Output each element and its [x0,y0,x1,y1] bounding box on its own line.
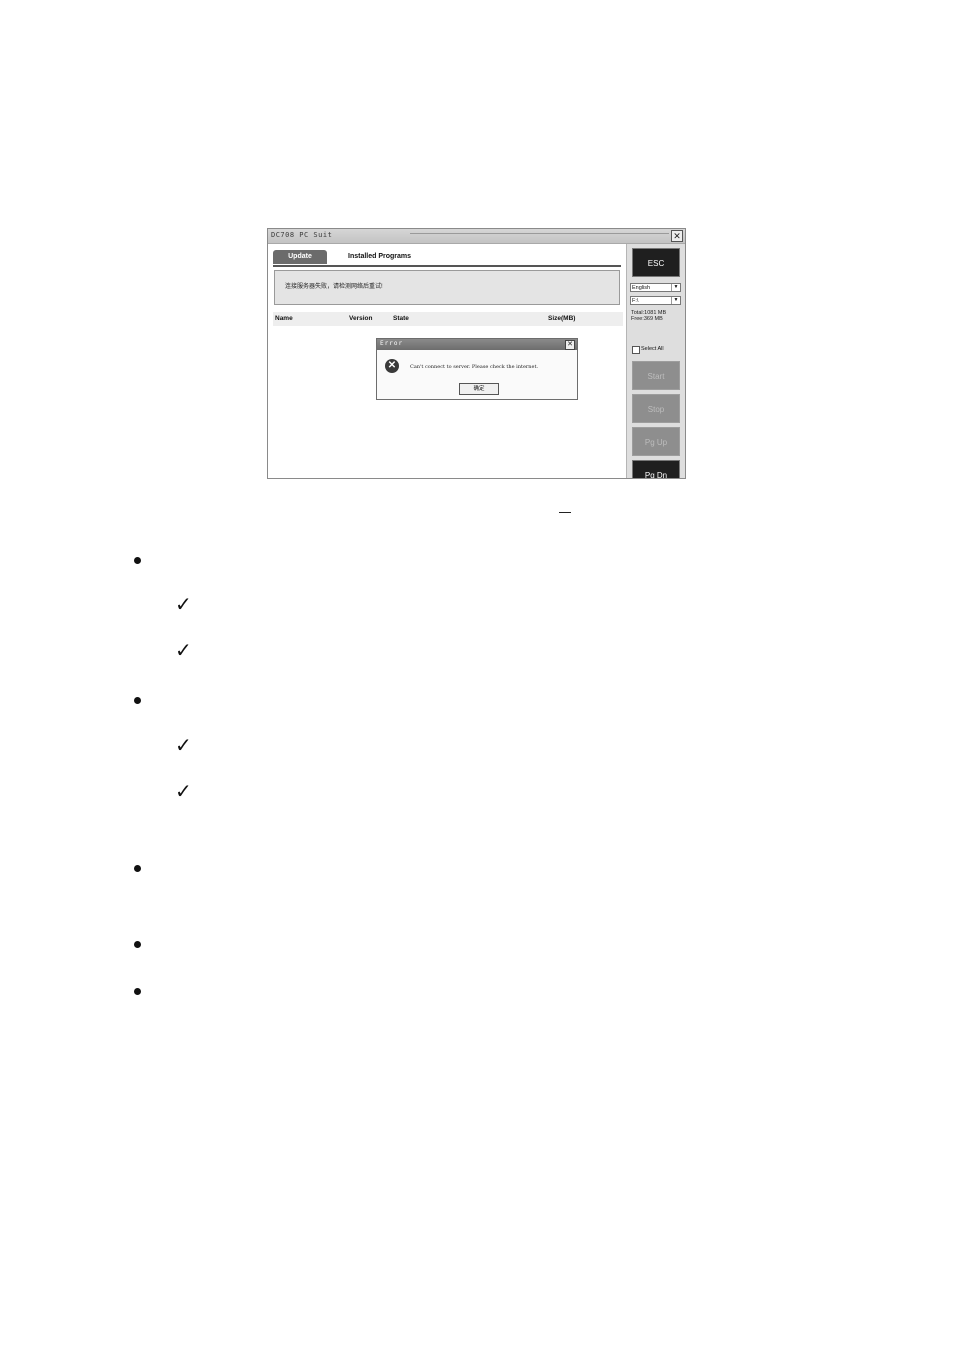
column-version[interactable]: Version [349,315,372,322]
bullet-3 [134,865,141,872]
title-bar: DC708 PC Suit ✕ [268,229,685,244]
error-dialog-message: Can't connect to server. Please check th… [410,364,539,370]
tab-update[interactable]: Update [273,250,327,264]
status-message-box: 连接服务器失败，请检测网络后重试! [274,270,620,305]
select-all-label[interactable]: Select All [641,346,664,352]
column-state[interactable]: State [393,315,409,322]
language-select[interactable]: English ▼ [630,283,681,292]
ok-button[interactable]: 确定 [459,383,499,395]
window-close-button[interactable]: ✕ [671,230,683,242]
column-name[interactable]: Name [275,315,293,322]
chevron-down-icon: ▼ [671,297,680,304]
dc708-pc-suit-window: DC708 PC Suit ✕ Update Installed Program… [267,228,686,479]
drive-select[interactable]: F:\ ▼ [630,296,681,305]
bullet-2 [134,697,141,704]
check-icon: ✓ [175,592,192,616]
bullet-4 [134,941,141,948]
check-icon: ✓ [175,733,192,757]
stop-button[interactable]: Stop [632,394,680,423]
window-title: DC708 PC Suit [271,231,333,239]
free-space-label: Free:369 MB [631,316,663,322]
drive-select-value: F:\ [632,298,639,304]
sidebar: ESC English ▼ F:\ ▼ Total:1081 MB Free:3… [626,244,685,478]
column-size[interactable]: Size(MB) [548,315,575,322]
error-dialog-title: Error [380,340,404,347]
error-dialog-titlebar: Error ✕ [377,339,577,350]
caption-dash [559,512,571,513]
error-dialog: Error ✕ ✕ Can't connect to server. Pleas… [376,338,578,400]
chevron-down-icon: ▼ [671,284,680,291]
check-icon: ✓ [175,779,192,803]
tab-installed-programs[interactable]: Installed Programs [348,250,411,264]
status-message: 连接服务器失败，请检测网络后重试! [285,284,383,290]
page-down-button[interactable]: Pg Dn [632,460,680,478]
start-button[interactable]: Start [632,361,680,390]
main-panel: Update Installed Programs 连接服务器失败，请检测网络后… [268,244,626,478]
error-dialog-close-button[interactable]: ✕ [565,340,575,350]
table-header: Name Version State Size(MB) [273,312,623,326]
bullet-1 [134,557,141,564]
error-x-icon: ✕ [385,359,399,373]
title-bar-divider [410,233,669,234]
esc-button[interactable]: ESC [632,248,680,277]
select-all-checkbox[interactable] [632,346,640,354]
tab-bar: Update Installed Programs [273,249,621,267]
check-icon: ✓ [175,638,192,662]
language-select-value: English [632,285,651,291]
page-up-button[interactable]: Pg Up [632,427,680,456]
bullet-5 [134,988,141,995]
